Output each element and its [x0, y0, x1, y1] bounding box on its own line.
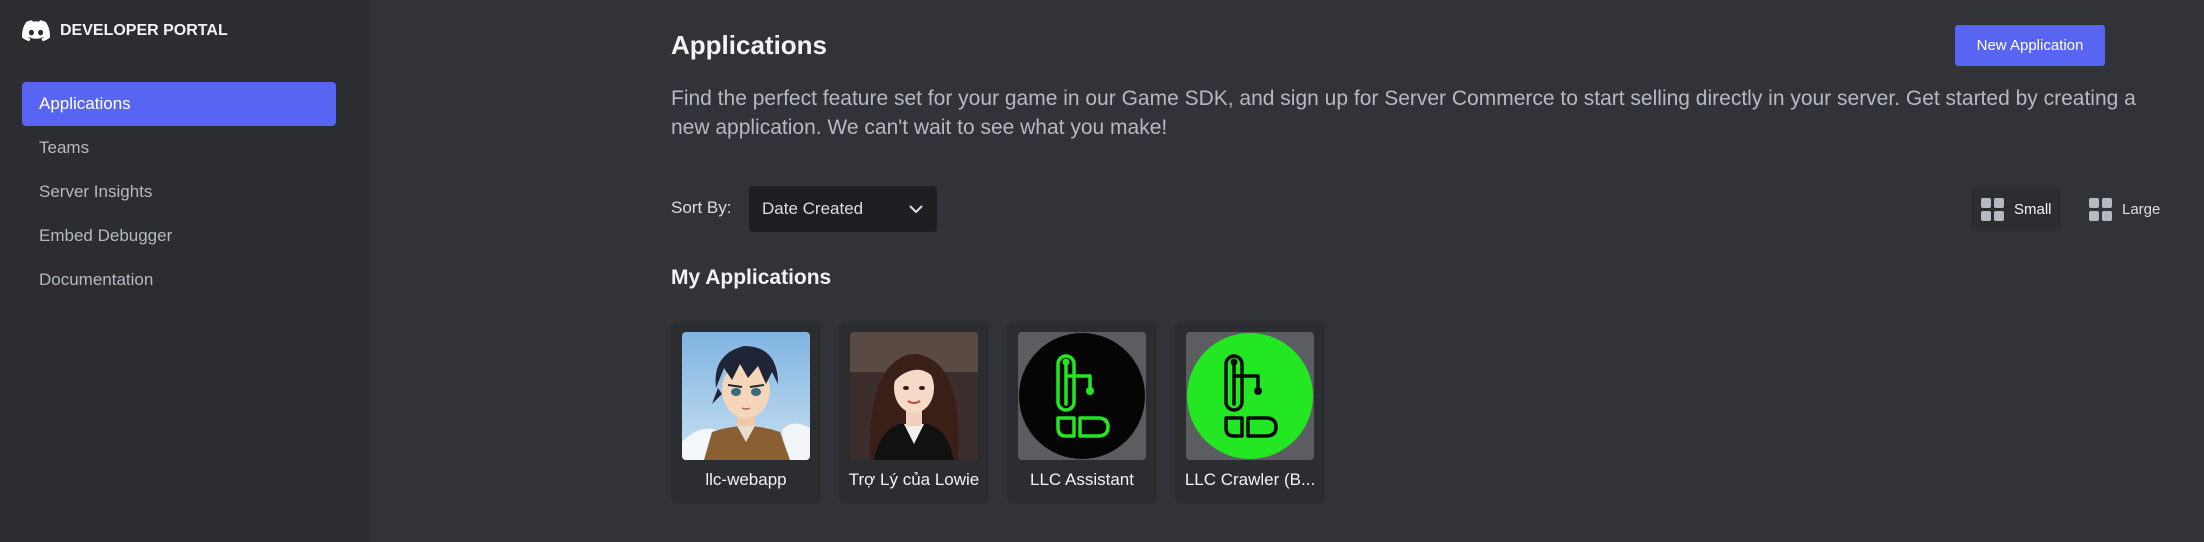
sidebar-item-server-insights[interactable]: Server Insights — [22, 170, 336, 214]
app-card-llc-crawler[interactable]: LLC Crawler (B... — [1175, 322, 1325, 504]
grid-large-icon — [2089, 197, 2112, 221]
brand[interactable]: DEVELOPER PORTAL — [22, 20, 228, 42]
sort-by-label: Sort By: — [671, 198, 732, 217]
sidebar-item-teams[interactable]: Teams — [22, 126, 336, 170]
discord-logo-icon — [22, 20, 50, 42]
sidebar: DEVELOPER PORTAL Applications Teams Serv… — [0, 0, 370, 542]
my-applications-heading: My Applications — [671, 266, 832, 289]
app-card-tro-ly-cua-lowie[interactable]: Trợ Lý của Lowie — [839, 322, 989, 504]
view-small-toggle[interactable]: Small — [1971, 188, 2061, 230]
chevron-down-icon — [909, 199, 923, 219]
view-large-toggle[interactable]: Large — [2079, 188, 2161, 230]
app-name: llc-webapp — [705, 470, 787, 489]
view-small-label: Small — [2014, 200, 2052, 218]
brand-name: DEVELOPER PORTAL — [60, 22, 228, 39]
grid-small-icon — [1981, 197, 2004, 221]
app-name: LLC Assistant — [1030, 470, 1134, 489]
app-name: Trợ Lý của Lowie — [848, 470, 980, 489]
applications-grid: llc-webapp Trợ Lý của Lowie LLC Assistan… — [671, 322, 1325, 504]
sidebar-item-applications[interactable]: Applications — [22, 82, 336, 126]
app-card-llc-assistant[interactable]: LLC Assistant — [1007, 322, 1157, 504]
llc-logo-green-icon — [1186, 332, 1314, 460]
app-card-llc-webapp[interactable]: llc-webapp — [671, 322, 821, 504]
sidebar-item-documentation[interactable]: Documentation — [22, 258, 336, 302]
new-application-button[interactable]: New Application — [1955, 25, 2105, 66]
anime-avatar-icon — [682, 332, 810, 460]
view-large-label: Large — [2122, 200, 2161, 218]
app-name: LLC Crawler (B... — [1184, 470, 1316, 489]
llc-logo-black-icon — [1018, 332, 1146, 460]
sort-by-value: Date Created — [762, 199, 864, 218]
sidebar-nav: Applications Teams Server Insights Embed… — [22, 82, 336, 302]
developer-portal-page: DEVELOPER PORTAL Applications Teams Serv… — [0, 0, 2204, 542]
page-description: Find the perfect feature set for your ga… — [671, 87, 2136, 139]
portrait-photo-icon — [850, 332, 978, 460]
sort-by-select[interactable]: Date Created — [749, 186, 937, 232]
sidebar-item-embed-debugger[interactable]: Embed Debugger — [22, 214, 336, 258]
page-title: Applications — [671, 30, 828, 60]
